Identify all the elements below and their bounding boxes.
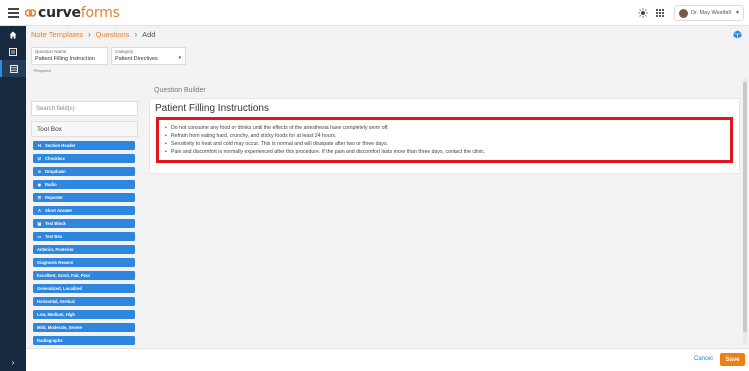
toolbox-item-text-block[interactable]: ▤ Text Block: [33, 219, 135, 228]
scrollbar-thumb[interactable]: [743, 82, 747, 332]
instruction-bullet: Refrain from eating hard, crunchy, and s…: [165, 132, 485, 140]
sidebar-item-forms[interactable]: [0, 43, 26, 60]
toolbox-item-text-box[interactable]: ▭ Text Box: [33, 232, 135, 241]
cube-icon[interactable]: [733, 30, 742, 39]
question-name-field[interactable]: Question Name Patient Filling Instructio…: [31, 47, 108, 65]
toolbox-list: H Section Header ☑ Checkbox ⊙ Dropdown ◉ Radio ☰…: [33, 141, 135, 349]
toolbox-item-dropdown[interactable]: ⊙ Dropdown: [33, 167, 135, 176]
instruction-bullet: Do not consume any food or drinks until …: [165, 124, 485, 132]
category-value: Patient Directives: [115, 56, 158, 62]
toolbox-item-low-medium-high[interactable]: Low, Medium, High: [33, 310, 135, 319]
apps-grid-icon[interactable]: [656, 9, 664, 17]
menu-icon[interactable]: [8, 8, 19, 18]
search-placeholder: Search field(s): [36, 106, 75, 112]
toolbox-item-label: Checkbox: [45, 156, 66, 161]
toolbox-item-label: Section Header: [45, 143, 76, 148]
tool-type-icon: ▭: [37, 234, 42, 239]
toolbox-item-label: Excellent, Good, Fair, Poor: [37, 273, 91, 278]
footer-bar: [26, 348, 749, 371]
chevron-right-icon[interactable]: ›: [0, 358, 26, 367]
tool-type-icon: H: [37, 143, 42, 148]
toolbox-item-label: Repeater: [45, 195, 63, 200]
toolbox-item-label: Radiographs: [37, 338, 63, 343]
save-button[interactable]: Save: [720, 353, 745, 366]
sidebar-item-note-templates[interactable]: [0, 60, 26, 77]
toolbox-item-mild-moderate-severe[interactable]: Mild, Moderate, Severe: [33, 323, 135, 332]
app-logo[interactable]: curveforms: [25, 5, 120, 21]
toolbox-item-short-answer[interactable]: A Short Answer: [33, 206, 135, 215]
cancel-button[interactable]: Cancel: [694, 356, 713, 362]
category-select[interactable]: Category Patient Directives ▾: [111, 47, 186, 65]
breadcrumb-current: Add: [142, 30, 156, 39]
logo-text-curve: curve: [38, 5, 81, 21]
toolbox-item-checkbox[interactable]: ☑ Checkbox: [33, 154, 135, 163]
tool-type-icon: ☰: [37, 195, 42, 200]
toolbox-item-label: Radio: [45, 182, 57, 187]
avatar: [679, 8, 688, 18]
breadcrumb-questions[interactable]: Questions: [96, 30, 130, 39]
toolbox-header: Tool Box: [31, 121, 138, 137]
sidebar-item-home[interactable]: [0, 26, 26, 43]
home-icon: [9, 31, 17, 38]
toolbox-item-anterior-posterior[interactable]: Anterior, Posterior: [33, 245, 135, 254]
question-builder-title: Question Builder: [154, 87, 206, 94]
search-field-input[interactable]: Search field(s): [31, 101, 138, 116]
toolbox-item-label: Generalized, Localized: [37, 286, 83, 291]
toolbox-item-generalized-localized[interactable]: Generalized, Localized: [33, 284, 135, 293]
tool-type-icon: ◉: [37, 182, 42, 187]
left-sidebar: ›: [0, 26, 26, 371]
user-name: Dr. May Westfall: [691, 10, 731, 16]
toolbox-item-radiographs[interactable]: Radiographs: [33, 336, 135, 345]
template-icon: [10, 64, 18, 73]
tool-type-icon: ▤: [37, 221, 42, 226]
toolbox-item-label: Diagnosis Reason: [37, 260, 74, 265]
toolbox-item-label: Horizontal, Vertical: [37, 299, 75, 304]
builder-heading: Patient Filling Instructions: [155, 103, 269, 114]
chevron-down-icon: ▾: [178, 55, 181, 61]
instruction-text-block[interactable]: Do not consume any food or drinks until …: [156, 117, 733, 163]
theme-toggle-icon[interactable]: [638, 8, 648, 18]
breadcrumb: Note Templates › Questions › Add: [31, 30, 155, 39]
toolbox-item-repeater[interactable]: ☰ Repeater: [33, 193, 135, 202]
toolbox-title: Tool Box: [37, 126, 62, 133]
toolbox-item-section-header[interactable]: H Section Header: [33, 141, 135, 150]
toolbox-item-label: Text Block: [45, 221, 66, 226]
logo-text-forms: forms: [80, 5, 120, 21]
tool-type-icon: ☑: [37, 156, 42, 161]
toolbox-item-horizontal-vertical[interactable]: Horizontal, Vertical: [33, 297, 135, 306]
tool-type-icon: A: [37, 208, 42, 213]
toolbox-item-label: Dropdown: [45, 169, 66, 174]
question-name-label: Question Name: [35, 49, 67, 54]
toolbox-item-radio[interactable]: ◉ Radio: [33, 180, 135, 189]
logo-icon: [25, 9, 36, 17]
instruction-bullet: Pain and discomfort is normally experien…: [165, 148, 485, 156]
tool-type-icon: ⊙: [37, 169, 42, 174]
toolbox-item-label: Short Answer: [45, 208, 73, 213]
chevron-down-icon: ▼: [734, 10, 740, 16]
toolbox-item-label: Low, Medium, High: [37, 312, 75, 317]
breadcrumb-note-templates[interactable]: Note Templates: [31, 30, 83, 39]
chevron-right-icon: ›: [134, 30, 138, 39]
form-list-icon: [9, 47, 17, 56]
toolbox-item-label: Mild, Moderate, Severe: [37, 325, 83, 330]
question-name-value: Patient Filling Instruction: [35, 56, 95, 62]
user-menu[interactable]: Dr. May Westfall ▼: [674, 5, 744, 21]
toolbox-item-diagnosis-reason[interactable]: Diagnosis Reason: [33, 258, 135, 267]
toolbox-item-label: Text Box: [45, 234, 63, 239]
required-note: *Required: [33, 68, 51, 73]
top-header: curveforms Dr. May Westfall ▼: [0, 0, 749, 26]
instruction-list: Do not consume any food or drinks until …: [165, 124, 485, 156]
scrollbar[interactable]: [743, 78, 747, 345]
chevron-right-icon: ›: [87, 30, 91, 39]
category-label: Category: [115, 49, 134, 54]
toolbox-item-label: Anterior, Posterior: [37, 247, 74, 252]
instruction-bullet: Sensitivity to heat and cold may occur. …: [165, 140, 485, 148]
toolbox-item-excellent-good-fair-poor[interactable]: Excellent, Good, Fair, Poor: [33, 271, 135, 280]
